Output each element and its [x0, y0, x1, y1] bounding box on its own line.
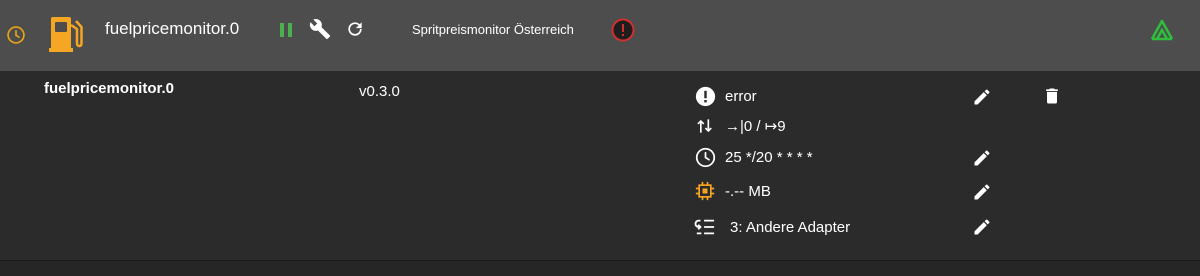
instance-header: fuelpricemonitor.0 Spritpreismonitor Öst…	[0, 0, 1200, 71]
events-row: →|0 / ↦9	[694, 114, 786, 138]
clock-icon[interactable]	[5, 24, 27, 46]
memory-text: -.-- MB	[725, 182, 771, 200]
instance-version: v0.3.0	[359, 83, 400, 100]
chip-icon	[694, 180, 716, 202]
pause-icon[interactable]	[276, 19, 296, 41]
wrench-icon[interactable]	[308, 17, 332, 41]
instance-description: Spritpreismonitor Österreich	[412, 22, 574, 37]
refresh-icon[interactable]	[344, 18, 366, 40]
memory-row: -.-- MB	[694, 179, 771, 203]
edit-status-button[interactable]	[970, 85, 994, 109]
next-row-edge	[0, 261, 1200, 276]
clock-outline-icon	[694, 146, 716, 168]
status-text: error	[725, 87, 757, 105]
instance-title: fuelpricemonitor.0	[105, 19, 240, 38]
edit-schedule-button[interactable]	[970, 146, 994, 170]
events-text: →|0 / ↦9	[725, 118, 786, 135]
alert-circle-icon	[694, 85, 716, 107]
edit-memory-button[interactable]	[970, 180, 994, 204]
sentry-icon[interactable]	[1149, 17, 1175, 43]
status-row: error	[694, 84, 757, 108]
group-row: 3: Andere Adapter	[694, 215, 850, 239]
delete-button[interactable]	[1040, 84, 1064, 108]
fuel-pump-icon	[48, 14, 84, 54]
instance-name: fuelpricemonitor.0	[44, 80, 175, 97]
swap-vertical-icon	[694, 115, 716, 137]
instance-details	[0, 71, 1200, 260]
schedule-text: 25 */20 * * * *	[725, 148, 813, 166]
error-icon[interactable]	[610, 17, 635, 42]
edit-group-button[interactable]	[970, 215, 994, 239]
group-text: 3: Andere Adapter	[730, 218, 851, 236]
sort-list-icon	[694, 216, 716, 238]
schedule-row: 25 */20 * * * *	[694, 145, 813, 169]
